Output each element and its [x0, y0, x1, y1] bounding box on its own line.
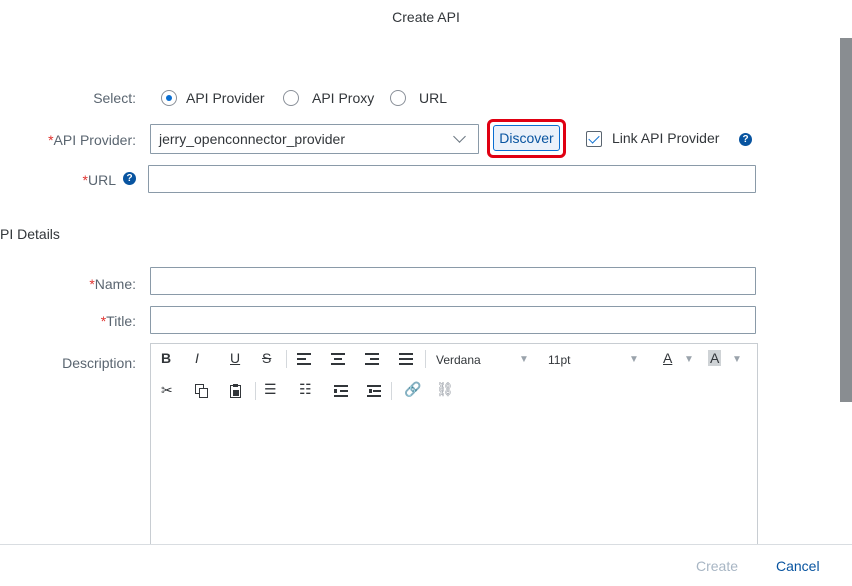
bold-button[interactable]: B [161, 350, 171, 366]
footer-divider [0, 544, 852, 545]
description-editor[interactable]: B I U S Verdana ▼ 11pt ▼ A ▼ A ▼ ✂ ☰ ☷ 🔗… [150, 343, 758, 544]
toolbar-separator [286, 350, 287, 368]
align-justify-icon[interactable] [399, 353, 413, 365]
title-label: *Title: [40, 313, 136, 329]
paste-icon[interactable] [230, 384, 242, 398]
dropdown-caret-icon[interactable]: ▼ [684, 354, 694, 365]
title-input[interactable] [150, 306, 756, 334]
discover-button[interactable]: Discover [493, 125, 560, 151]
create-button[interactable]: Create [696, 558, 738, 574]
cancel-button[interactable]: Cancel [776, 558, 820, 574]
api-provider-label-text: API Provider: [53, 132, 136, 148]
chevron-down-icon[interactable] [453, 130, 466, 143]
name-input[interactable] [150, 267, 756, 295]
description-label: Description: [62, 355, 136, 371]
link-icon[interactable]: 🔗 [404, 381, 421, 398]
radio-url-label[interactable]: URL [419, 90, 447, 106]
help-icon[interactable]: ? [123, 172, 136, 185]
bullet-list-icon[interactable]: ☰ [264, 381, 277, 398]
scrollbar-thumb[interactable] [840, 38, 852, 402]
toolbar-separator [391, 382, 392, 400]
italic-button[interactable]: I [195, 350, 199, 366]
cut-icon[interactable]: ✂ [161, 382, 173, 399]
font-family-select[interactable]: Verdana [436, 353, 481, 367]
help-icon[interactable]: ? [739, 133, 752, 146]
url-label: *URL [40, 172, 116, 188]
select-label: Select: [93, 90, 136, 106]
radio-api-proxy-label[interactable]: API Proxy [312, 90, 374, 106]
align-right-icon[interactable] [365, 353, 379, 365]
outdent-icon[interactable] [367, 385, 381, 397]
radio-url[interactable] [390, 90, 406, 106]
toolbar-separator [425, 350, 426, 368]
radio-api-proxy[interactable] [283, 90, 299, 106]
dialog-title: Create API [392, 9, 460, 25]
dropdown-caret-icon[interactable]: ▼ [629, 354, 639, 365]
align-left-icon[interactable] [297, 353, 311, 365]
text-color-button[interactable]: A [663, 350, 672, 366]
name-label: *Name: [40, 276, 136, 292]
underline-button[interactable]: U [230, 350, 240, 366]
align-center-icon[interactable] [331, 353, 345, 365]
section-title-api-details: PI Details [0, 226, 60, 242]
name-label-text: Name: [94, 276, 136, 292]
title-label-text: Title: [106, 313, 136, 329]
api-provider-select[interactable]: jerry_openconnector_provider [150, 124, 479, 154]
link-api-provider-checkbox[interactable] [586, 131, 602, 147]
link-api-provider-label[interactable]: Link API Provider [612, 130, 719, 146]
strikethrough-button[interactable]: S [262, 350, 271, 366]
unlink-icon[interactable]: ⛓ [436, 381, 454, 398]
api-provider-value: jerry_openconnector_provider [159, 131, 345, 147]
indent-icon[interactable] [334, 385, 348, 397]
url-label-text: URL [87, 172, 116, 188]
radio-api-provider[interactable] [161, 90, 177, 106]
toolbar-separator [255, 382, 256, 400]
numbered-list-icon[interactable]: ☷ [299, 381, 312, 398]
api-provider-label: *API Provider: [20, 132, 136, 148]
url-input[interactable] [148, 165, 756, 193]
radio-api-provider-label[interactable]: API Provider [186, 90, 265, 106]
dropdown-caret-icon[interactable]: ▼ [732, 354, 742, 365]
font-size-select[interactable]: 11pt [548, 353, 570, 367]
copy-icon[interactable] [195, 384, 209, 398]
highlight-color-button[interactable]: A [708, 350, 722, 366]
dropdown-caret-icon[interactable]: ▼ [519, 354, 529, 365]
